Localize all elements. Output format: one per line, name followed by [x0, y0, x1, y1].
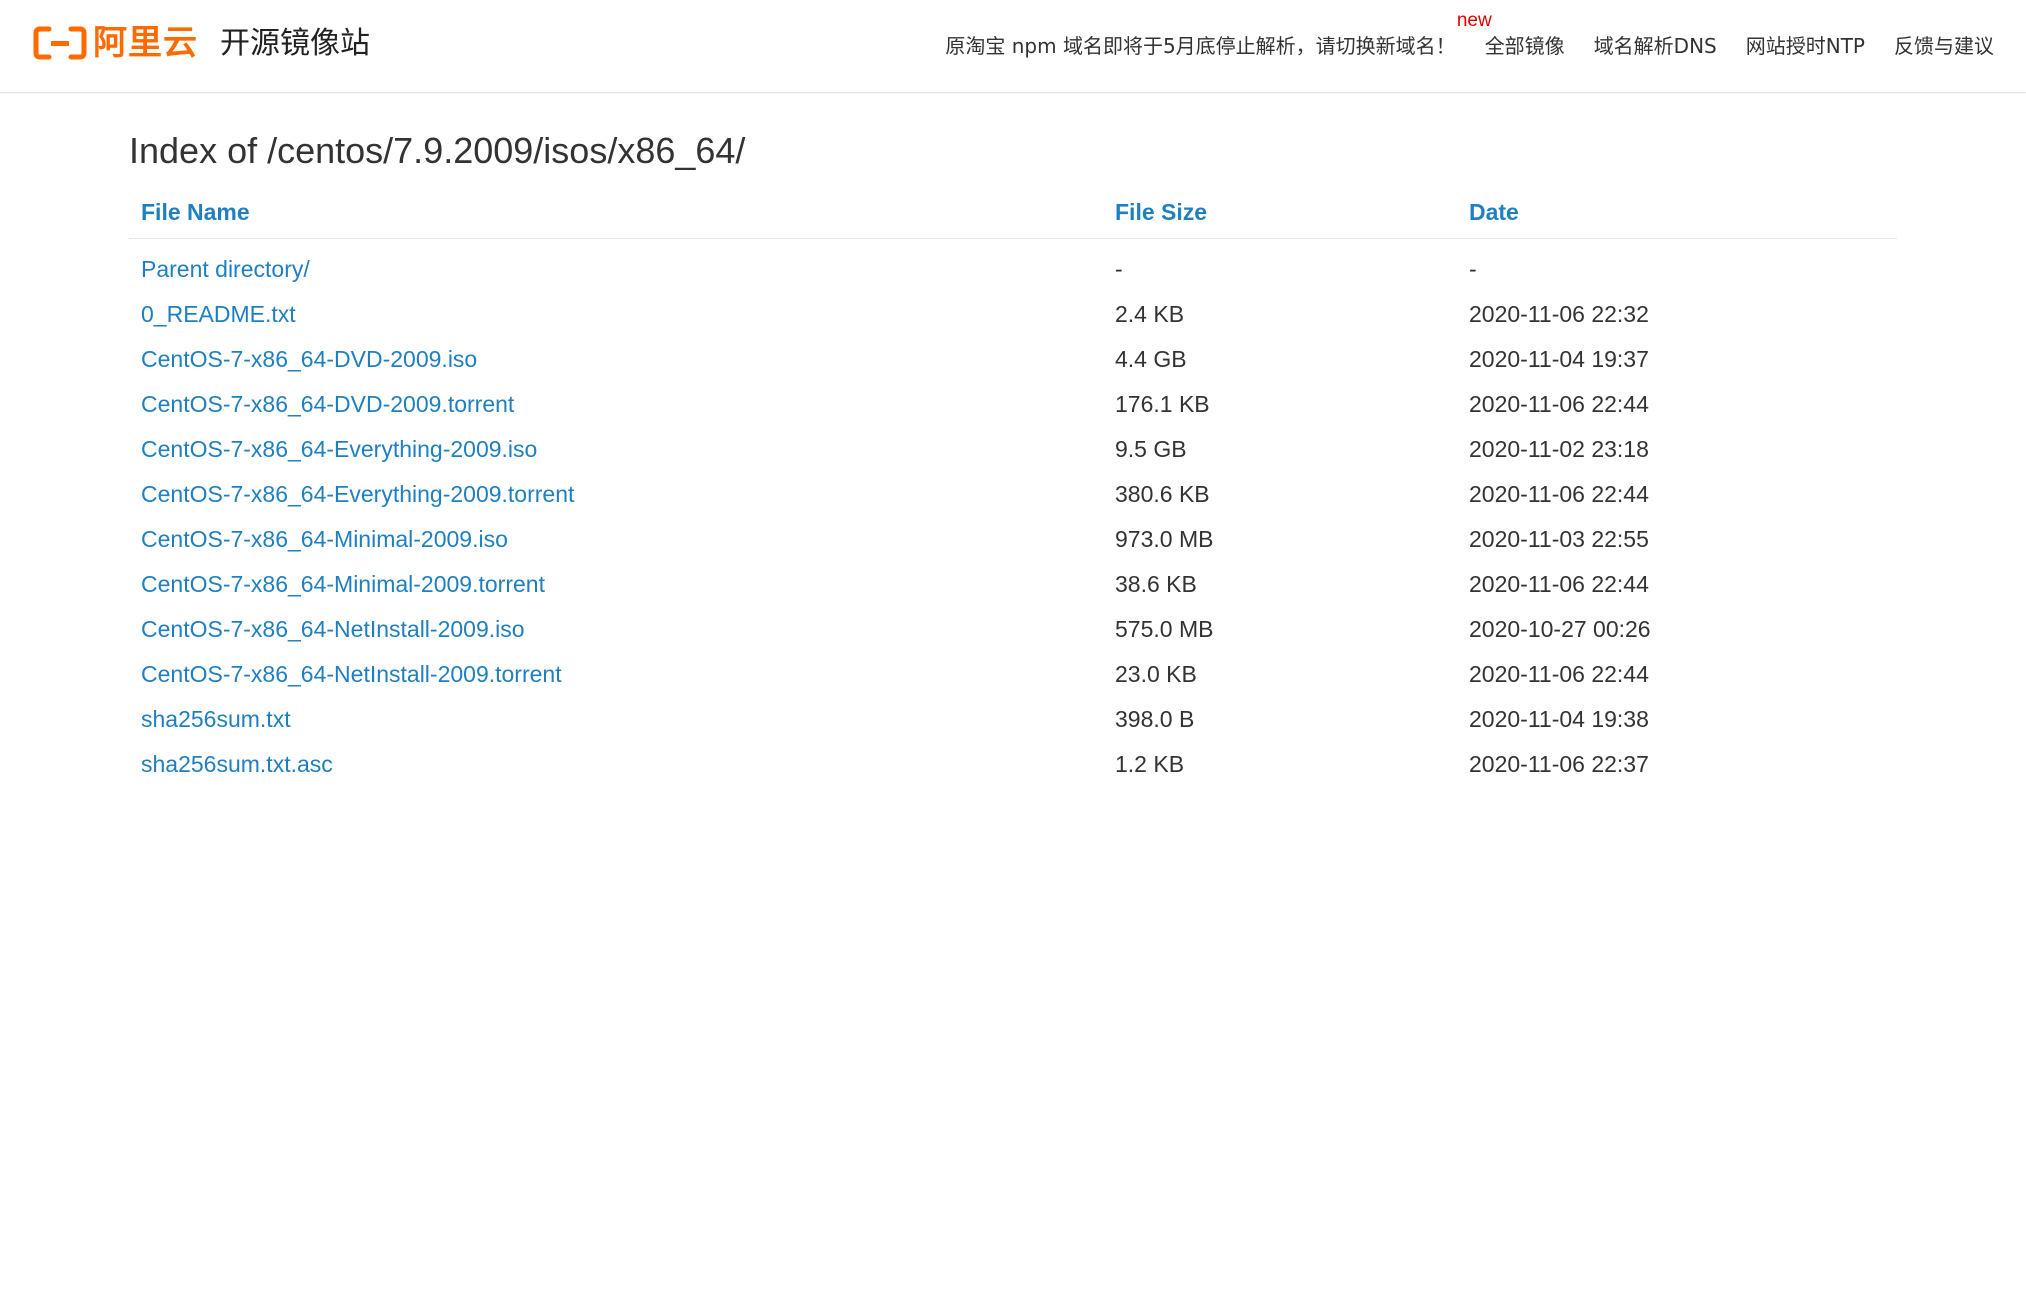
- file-link[interactable]: 0_README.txt: [141, 301, 296, 327]
- top-nav: 原淘宝 npm 域名即将于5月底停止解析，请切换新域名！ new 全部镜像 域名…: [945, 10, 1994, 62]
- file-listing-table: File Name File Size Date Parent director…: [129, 186, 1897, 787]
- site-title: 开源镜像站: [220, 26, 370, 61]
- file-date-cell: 2020-11-06 22:44: [1469, 571, 1649, 597]
- file-link[interactable]: sha256sum.txt: [141, 706, 291, 732]
- file-link[interactable]: CentOS-7-x86_64-NetInstall-2009.iso: [141, 616, 525, 642]
- column-header-date[interactable]: Date: [1457, 186, 1897, 239]
- file-name-cell: CentOS-7-x86_64-DVD-2009.torrent: [129, 382, 1103, 427]
- table-row: Parent directory/ - -: [129, 239, 1897, 293]
- page-title: Index of /centos/7.9.2009/isos/x86_64/: [129, 130, 746, 171]
- file-link[interactable]: sha256sum.txt.asc: [141, 751, 333, 777]
- aliyun-logo[interactable]: 阿里云: [33, 24, 198, 62]
- nav-ntp[interactable]: 网站授时NTP: [1746, 30, 1865, 62]
- nav-npm-notice[interactable]: 原淘宝 npm 域名即将于5月底停止解析，请切换新域名！ new: [945, 10, 1491, 62]
- nav-dns[interactable]: 域名解析DNS: [1594, 30, 1717, 62]
- file-date-cell: 2020-11-06 22:37: [1469, 751, 1649, 777]
- table-row: CentOS-7-x86_64-Everything-2009.torrent …: [129, 472, 1897, 517]
- table-row: sha256sum.txt 398.0 B 2020-11-04 19:38: [129, 697, 1897, 742]
- file-name-cell: Parent directory/: [129, 239, 1103, 293]
- file-date-cell: 2020-11-06 22:44: [1469, 661, 1649, 687]
- table-row: CentOS-7-x86_64-Everything-2009.iso 9.5 …: [129, 427, 1897, 472]
- file-date-cell: 2020-11-04 19:37: [1469, 346, 1649, 372]
- file-link[interactable]: CentOS-7-x86_64-Minimal-2009.torrent: [141, 571, 545, 597]
- file-size-cell: 4.4 GB: [1115, 346, 1187, 372]
- file-name-cell: CentOS-7-x86_64-Minimal-2009.iso: [129, 517, 1103, 562]
- file-name-cell: CentOS-7-x86_64-Everything-2009.torrent: [129, 472, 1103, 517]
- table-row: CentOS-7-x86_64-Minimal-2009.iso 973.0 M…: [129, 517, 1897, 562]
- table-row: CentOS-7-x86_64-NetInstall-2009.torrent …: [129, 652, 1897, 697]
- file-listing-body: Parent directory/ - - 0_README.txt 2.4 K…: [129, 239, 1897, 788]
- file-date-cell: 2020-11-06 22:44: [1469, 481, 1649, 507]
- file-link[interactable]: CentOS-7-x86_64-DVD-2009.torrent: [141, 391, 514, 417]
- table-row: CentOS-7-x86_64-DVD-2009.torrent 176.1 K…: [129, 382, 1897, 427]
- file-link[interactable]: CentOS-7-x86_64-Everything-2009.torrent: [141, 481, 574, 507]
- file-size-cell: -: [1115, 256, 1123, 282]
- file-date-cell: 2020-10-27 00:26: [1469, 616, 1651, 642]
- file-link[interactable]: CentOS-7-x86_64-Everything-2009.iso: [141, 436, 537, 462]
- file-name-cell: sha256sum.txt.asc: [129, 742, 1103, 787]
- column-header-file-name[interactable]: File Name: [129, 186, 1103, 239]
- table-row: 0_README.txt 2.4 KB 2020-11-06 22:32: [129, 292, 1897, 337]
- file-date-cell: 2020-11-02 23:18: [1469, 436, 1649, 462]
- nav-npm-notice-label: 原淘宝 npm 域名即将于5月底停止解析，请切换新域名！: [945, 34, 1456, 58]
- file-size-cell: 2.4 KB: [1115, 301, 1185, 327]
- file-date-cell: -: [1469, 256, 1477, 282]
- file-date-cell: 2020-11-06 22:44: [1469, 391, 1649, 417]
- file-size-cell: 1.2 KB: [1115, 751, 1185, 777]
- file-link[interactable]: Parent directory/: [141, 256, 310, 282]
- file-date-cell: 2020-11-06 22:32: [1469, 301, 1649, 327]
- file-link[interactable]: CentOS-7-x86_64-Minimal-2009.iso: [141, 526, 508, 552]
- file-size-cell: 38.6 KB: [1115, 571, 1197, 597]
- table-row: CentOS-7-x86_64-DVD-2009.iso 4.4 GB 2020…: [129, 337, 1897, 382]
- file-size-cell: 575.0 MB: [1115, 616, 1214, 642]
- aliyun-logo-icon: [33, 26, 87, 60]
- table-row: sha256sum.txt.asc 1.2 KB 2020-11-06 22:3…: [129, 742, 1897, 787]
- nav-all-mirrors[interactable]: 全部镜像: [1485, 30, 1565, 62]
- file-size-cell: 973.0 MB: [1115, 526, 1214, 552]
- logo-text: 阿里云: [93, 23, 198, 63]
- file-link[interactable]: CentOS-7-x86_64-DVD-2009.iso: [141, 346, 477, 372]
- file-size-cell: 23.0 KB: [1115, 661, 1197, 687]
- table-header-row: File Name File Size Date: [129, 186, 1897, 239]
- file-date-cell: 2020-11-03 22:55: [1469, 526, 1649, 552]
- file-name-cell: CentOS-7-x86_64-NetInstall-2009.iso: [129, 607, 1103, 652]
- file-name-cell: CentOS-7-x86_64-NetInstall-2009.torrent: [129, 652, 1103, 697]
- file-name-cell: CentOS-7-x86_64-Everything-2009.iso: [129, 427, 1103, 472]
- file-name-cell: sha256sum.txt: [129, 697, 1103, 742]
- file-size-cell: 9.5 GB: [1115, 436, 1187, 462]
- nav-feedback[interactable]: 反馈与建议: [1894, 30, 1994, 62]
- file-size-cell: 380.6 KB: [1115, 481, 1210, 507]
- table-row: CentOS-7-x86_64-Minimal-2009.torrent 38.…: [129, 562, 1897, 607]
- file-size-cell: 398.0 B: [1115, 706, 1195, 732]
- main-content: Index of /centos/7.9.2009/isos/x86_64/ F…: [129, 126, 1897, 787]
- file-name-cell: CentOS-7-x86_64-DVD-2009.iso: [129, 337, 1103, 382]
- table-row: CentOS-7-x86_64-NetInstall-2009.iso 575.…: [129, 607, 1897, 652]
- file-date-cell: 2020-11-04 19:38: [1469, 706, 1649, 732]
- column-header-file-size[interactable]: File Size: [1103, 186, 1457, 239]
- file-size-cell: 176.1 KB: [1115, 391, 1210, 417]
- file-link[interactable]: CentOS-7-x86_64-NetInstall-2009.torrent: [141, 661, 562, 687]
- file-name-cell: 0_README.txt: [129, 292, 1103, 337]
- file-name-cell: CentOS-7-x86_64-Minimal-2009.torrent: [129, 562, 1103, 607]
- top-navbar: 阿里云 开源镜像站 原淘宝 npm 域名即将于5月底停止解析，请切换新域名！ n…: [0, 0, 2026, 93]
